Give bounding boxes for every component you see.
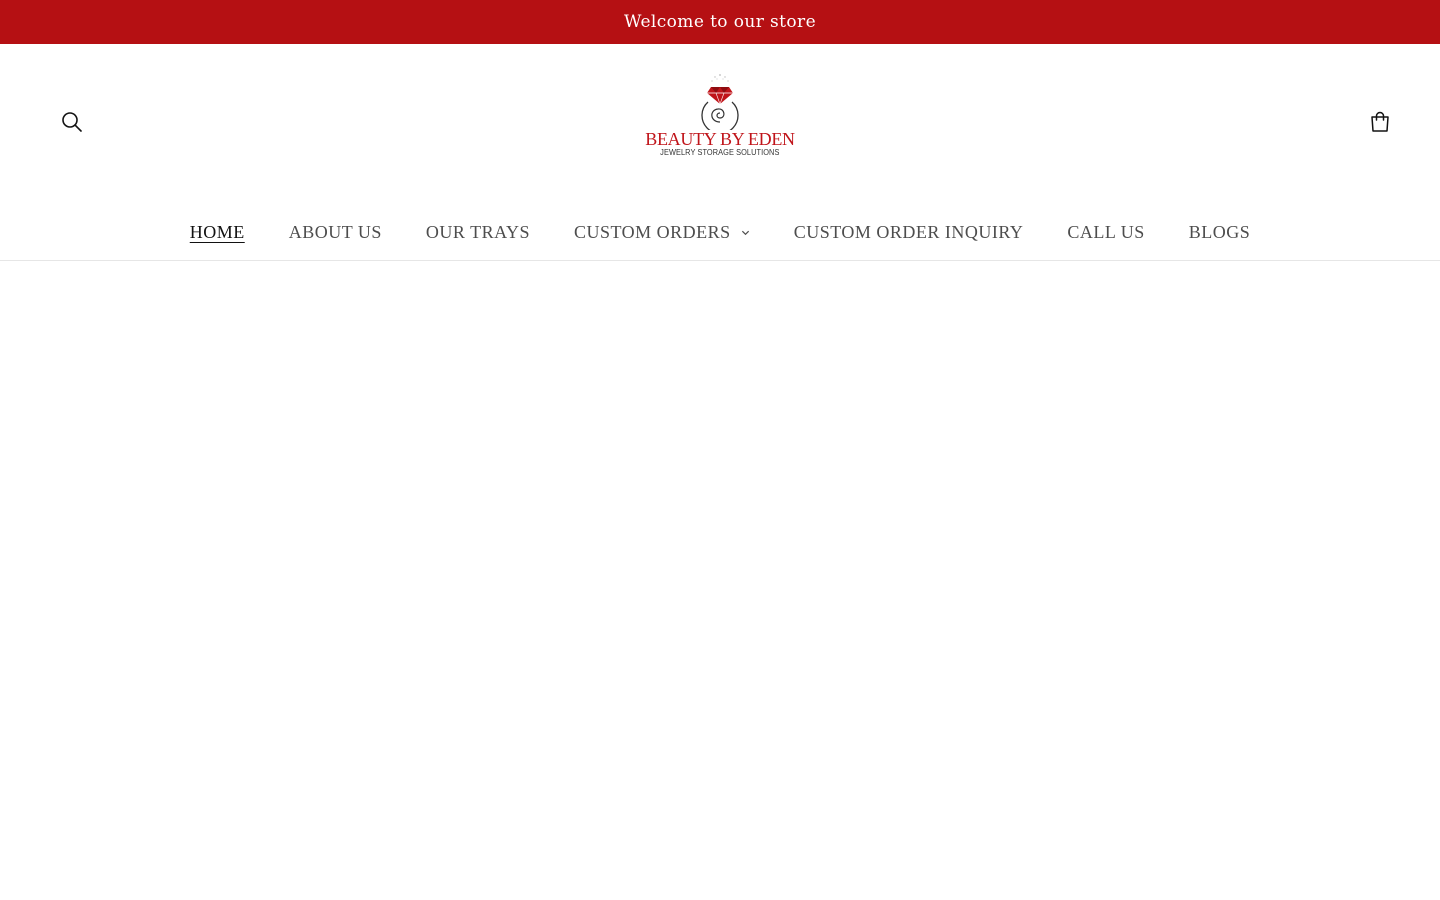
announcement-text: Welcome to our store xyxy=(623,12,817,32)
nav-label-custom-order-inquiry: CUSTOM ORDER INQUIRY xyxy=(793,221,1024,242)
nav-label-home: HOME xyxy=(189,221,245,242)
logo-subtitle: JEWELRY STORAGE SOLUTIONS xyxy=(660,148,780,157)
nav-label-custom-orders: CUSTOM ORDERS xyxy=(573,221,731,242)
logo-title: BEAUTY BY EDEN xyxy=(645,129,795,149)
ring-diamond-logo-icon xyxy=(701,74,739,130)
main-navigation: HOME ABOUT US OUR TRAYS CUSTOM ORDERS CU… xyxy=(0,210,1440,254)
site-header: BEAUTY BY EDEN JEWELRY STORAGE SOLUTIONS… xyxy=(0,44,1440,261)
nav-item-about-us[interactable]: ABOUT US xyxy=(289,222,382,243)
nav-item-custom-orders[interactable]: CUSTOM ORDERS xyxy=(574,222,750,243)
announcement-bar: Welcome to our store xyxy=(0,0,1440,44)
nav-item-our-trays[interactable]: OUR TRAYS xyxy=(426,222,530,243)
chevron-down-icon xyxy=(741,230,749,235)
cart-icon xyxy=(1371,111,1389,132)
search-button[interactable] xyxy=(50,100,94,144)
store-logo[interactable]: BEAUTY BY EDEN JEWELRY STORAGE SOLUTIONS xyxy=(640,72,800,162)
nav-item-home[interactable]: HOME xyxy=(190,222,245,243)
cart-button[interactable] xyxy=(1358,100,1402,144)
nav-label-our-trays: OUR TRAYS xyxy=(425,221,530,242)
search-icon xyxy=(62,112,82,132)
main-content xyxy=(0,261,1440,900)
nav-label-blogs: BLOGS xyxy=(1188,221,1251,242)
nav-label-about-us: ABOUT US xyxy=(288,221,382,242)
nav-item-custom-order-inquiry[interactable]: CUSTOM ORDER INQUIRY xyxy=(794,222,1024,243)
nav-label-call-us: CALL US xyxy=(1067,221,1145,242)
nav-item-call-us[interactable]: CALL US xyxy=(1067,222,1144,243)
nav-item-blogs[interactable]: BLOGS xyxy=(1189,222,1251,243)
